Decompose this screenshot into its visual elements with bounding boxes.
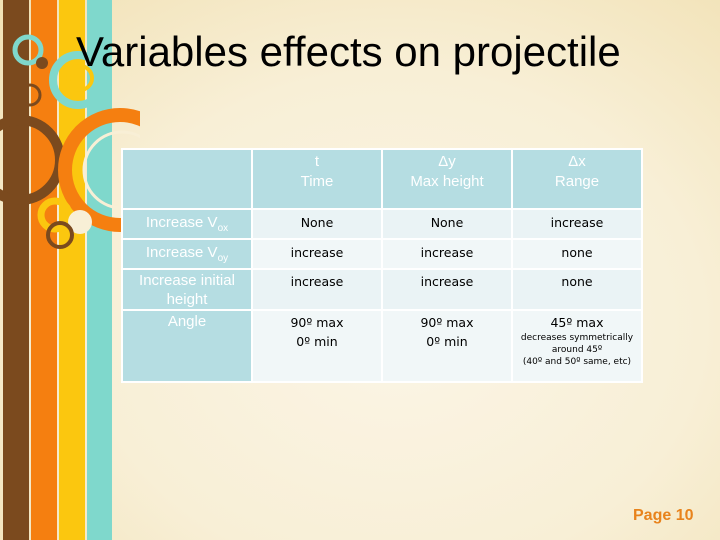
header-time-label: Time xyxy=(300,173,334,190)
angle-range-max: 45º max xyxy=(550,315,604,330)
slide: Variables effects on projectile t Time Δ… xyxy=(0,0,720,540)
row-label-vox: Increase Vox xyxy=(121,208,253,240)
cell-height: increase xyxy=(381,268,513,311)
header-time: t Time xyxy=(251,148,383,210)
cell-time: None xyxy=(251,208,383,240)
cell-time: 90º max 0º min xyxy=(251,309,383,383)
page-number: Page 10 xyxy=(633,507,694,524)
header-corner xyxy=(121,148,253,210)
table-header-row: t Time Δy Max height Δx Range xyxy=(121,148,643,210)
cell-range: 45º max decreases symmetrically around 4… xyxy=(511,309,643,383)
cell-height: None xyxy=(381,208,513,240)
angle-time-min: 0º min xyxy=(296,334,338,349)
table-row: Increase initial height increase increas… xyxy=(121,268,643,311)
cell-range: none xyxy=(511,268,643,311)
angle-height-max: 90º max xyxy=(420,315,474,330)
header-range: Δx Range xyxy=(511,148,643,210)
angle-range-note: (40º and 50º same, etc) xyxy=(522,357,632,367)
cell-time: increase xyxy=(251,238,383,270)
header-range-label: Range xyxy=(554,173,600,190)
angle-range-note: around 45º xyxy=(551,345,603,355)
header-max-height: Δy Max height xyxy=(381,148,513,210)
angle-height-min: 0º min xyxy=(426,334,468,349)
header-height-label: Max height xyxy=(410,173,484,190)
table-row: Angle 90º max 0º min 90º max 0º min 45º … xyxy=(121,309,643,383)
cell-height: 90º max 0º min xyxy=(381,309,513,383)
header-range-symbol: Δx xyxy=(568,153,586,170)
slide-title: Variables effects on projectile xyxy=(76,28,621,75)
decorative-stripes-and-circles xyxy=(0,0,140,540)
header-height-symbol: Δy xyxy=(438,153,456,170)
row-label-text: Increase V xyxy=(145,244,218,261)
cell-height: increase xyxy=(381,238,513,270)
angle-time-max: 90º max xyxy=(290,315,344,330)
cell-range: none xyxy=(511,238,643,270)
cell-range: increase xyxy=(511,208,643,240)
row-label-angle: Angle xyxy=(121,309,253,383)
cell-time: increase xyxy=(251,268,383,311)
variables-table: t Time Δy Max height Δx Range Increase V… xyxy=(121,148,643,383)
row-label-initial-height: Increase initial height xyxy=(121,268,253,311)
row-label-text: Increase V xyxy=(145,214,218,231)
angle-range-note: decreases symmetrically xyxy=(520,333,634,343)
row-label-voy: Increase Voy xyxy=(121,238,253,270)
table-row: Increase Vox None None increase xyxy=(121,208,643,240)
row-label-subscript: ox xyxy=(217,223,229,234)
header-time-symbol: t xyxy=(314,153,320,170)
table-row: Increase Voy increase increase none xyxy=(121,238,643,270)
row-label-subscript: oy xyxy=(217,253,229,264)
